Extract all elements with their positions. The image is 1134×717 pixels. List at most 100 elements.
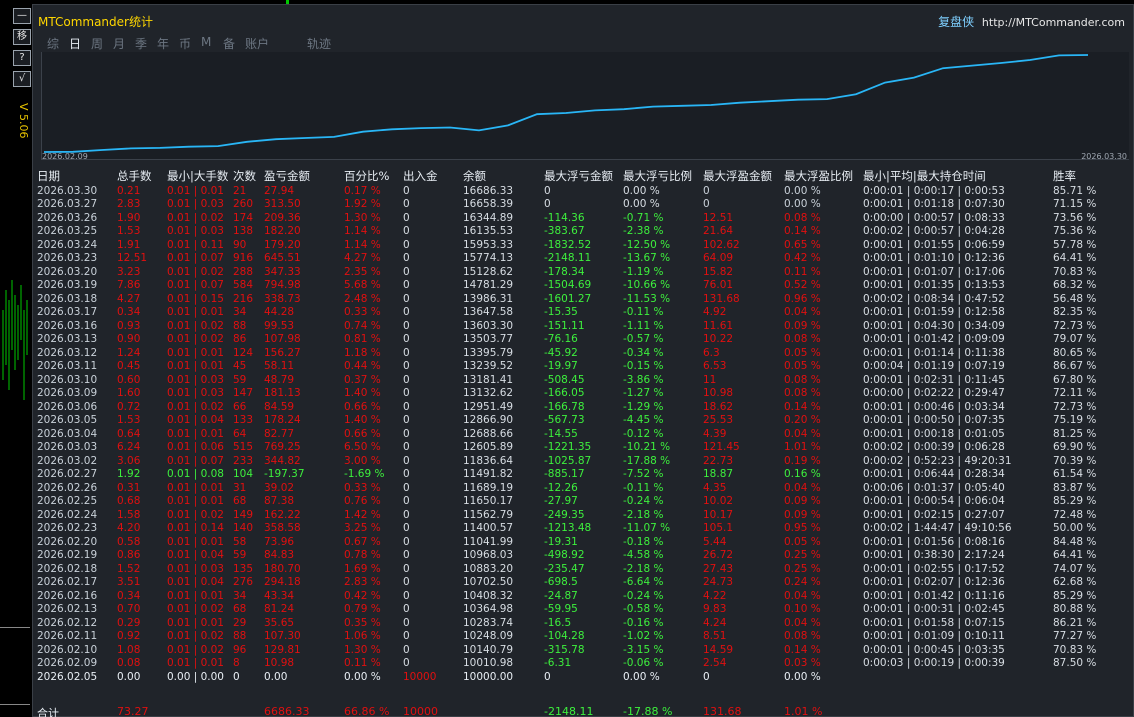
- tab-account[interactable]: 账户: [245, 35, 299, 53]
- table-cell: -0.18 %: [623, 535, 664, 548]
- help-button[interactable]: ?: [13, 50, 31, 66]
- table-cell: 0:00:01 | 0:02:55 | 0:17:52: [863, 562, 1005, 575]
- table-cell: -3.86 %: [623, 373, 664, 386]
- table-cell: 87.50 %: [1053, 657, 1097, 670]
- table-cell: 11041.99: [463, 535, 514, 548]
- table-cell: -27.97: [544, 495, 578, 508]
- table-cell: 0:00:00 | 0:00:57 | 0:08:33: [863, 211, 1005, 224]
- table-cell: 0: [403, 522, 410, 535]
- table-cell: 0.86: [117, 549, 141, 562]
- table-cell: 0: [703, 184, 710, 197]
- table-cell: 10408.32: [463, 589, 514, 602]
- table-cell: 87.38: [264, 495, 295, 508]
- table-cell: -1221.35: [544, 441, 592, 454]
- table-cell: 0: [403, 630, 410, 643]
- table-cell: 10.02: [703, 495, 734, 508]
- tab-weekly[interactable]: 周: [91, 35, 113, 53]
- table-cell: 11: [703, 373, 717, 386]
- table-cell: 82.35 %: [1053, 306, 1097, 319]
- table-cell: 0.95 %: [784, 522, 821, 535]
- table-cell: -197.37: [264, 468, 305, 481]
- table-cell: 71.15 %: [1053, 198, 1097, 211]
- table-cell: 0.60: [117, 373, 141, 386]
- tab-symbol[interactable]: 币: [179, 35, 201, 53]
- table-cell: 0.01 | 0.02: [167, 630, 224, 643]
- table-cell: 0.08 %: [784, 333, 821, 346]
- brand-url-link[interactable]: http://MTCommander.com: [982, 16, 1125, 29]
- table-cell: 2026.02.12: [37, 616, 98, 629]
- table-cell: 1.14 %: [344, 238, 381, 251]
- table-cell: 156.27: [264, 346, 301, 359]
- table-cell: 1.40 %: [344, 414, 381, 427]
- tab-summary[interactable]: 综: [47, 35, 69, 53]
- table-cell: 0: [703, 198, 710, 211]
- table-cell: 0: [403, 279, 410, 292]
- table-cell: -7.52 %: [623, 468, 664, 481]
- table-cell: 11562.79: [463, 508, 514, 521]
- move-button[interactable]: 移: [13, 29, 31, 45]
- table-cell: 15128.62: [463, 265, 514, 278]
- table-cell: 10010.98: [463, 657, 514, 670]
- tab-monthly[interactable]: 月: [113, 35, 135, 53]
- table-cell: 14781.29: [463, 279, 514, 292]
- table-cell: 2026.03.25: [37, 225, 98, 238]
- table-cell: 0: [403, 549, 410, 562]
- table-cell: 0.08 %: [784, 211, 821, 224]
- table-cell: 1.40 %: [344, 387, 381, 400]
- table-cell: -0.24 %: [623, 589, 664, 602]
- table-cell: 0:00:01 | 0:02:15 | 0:27:07: [863, 508, 1005, 521]
- tab-yearly[interactable]: 年: [157, 35, 179, 53]
- table-cell: -12.26: [544, 481, 578, 494]
- table-cell: 0.01 | 0.15: [167, 292, 224, 305]
- table-row: 2026.02.17 3.51 0.01 | 0.04 276 294.18 2.83 %…: [37, 576, 1131, 590]
- check-button[interactable]: √: [13, 71, 31, 87]
- table-cell: -10.66 %: [623, 279, 671, 292]
- total-profit: 6686.33: [264, 705, 310, 717]
- table-cell: -508.45: [544, 373, 585, 386]
- table-cell: 0.72: [117, 400, 141, 413]
- table-cell: -3.15 %: [623, 643, 664, 656]
- column-header: 胜率: [1053, 169, 1076, 183]
- table-cell: 0: [403, 198, 410, 211]
- table-cell: 0:00:01 | 0:01:55 | 0:06:59: [863, 238, 1005, 251]
- tab-daily[interactable]: 日: [69, 35, 91, 53]
- table-cell: 0.70: [117, 603, 141, 616]
- table-row: 2026.03.05 1.53 0.01 | 0.04 133 178.24 1.40 %…: [37, 414, 1131, 428]
- tab-quarterly[interactable]: 季: [135, 35, 157, 53]
- table-cell: 107.30: [264, 630, 301, 643]
- tab-note[interactable]: 备: [223, 35, 245, 53]
- table-cell: -2.38 %: [623, 225, 664, 238]
- table-cell: 0: [403, 657, 410, 670]
- table-cell: 0: [403, 319, 410, 332]
- minimize-button[interactable]: —: [13, 8, 31, 24]
- table-cell: 2026.03.11: [37, 360, 98, 373]
- table-cell: -0.12 %: [623, 427, 664, 440]
- table-cell: 2026.02.25: [37, 495, 98, 508]
- table-cell: 12866.90: [463, 414, 514, 427]
- table-cell: 15774.13: [463, 252, 514, 265]
- table-row: 2026.02.24 1.58 0.01 | 0.02 149 162.22 1.42 %…: [37, 508, 1131, 522]
- table-cell: 2026.03.16: [37, 319, 98, 332]
- table-cell: 0.19 %: [784, 454, 821, 467]
- table-cell: 0.01 | 0.07: [167, 454, 224, 467]
- table-cell: -1.27 %: [623, 387, 664, 400]
- table-cell: 82.77: [264, 427, 295, 440]
- table-cell: 2026.03.27: [37, 198, 98, 211]
- table-cell: 4.92: [703, 306, 727, 319]
- table-cell: 0.45: [117, 360, 141, 373]
- table-row: 2026.02.13 0.70 0.01 | 0.02 68 81.24 0.79 % 0 1…: [37, 603, 1131, 617]
- table-cell: 0.01 | 0.01: [167, 184, 224, 197]
- table-cell: 2026.03.24: [37, 238, 98, 251]
- table-cell: 0: [403, 387, 410, 400]
- table-cell: 0: [233, 670, 240, 683]
- table-cell: -16.5: [544, 616, 572, 629]
- balance-line: [43, 54, 1089, 153]
- tab-trace[interactable]: 轨迹: [307, 35, 361, 53]
- table-cell: 12688.66: [463, 427, 514, 440]
- table-cell: 0: [403, 616, 410, 629]
- table-cell: 2026.03.09: [37, 387, 98, 400]
- tab-magic[interactable]: M: [201, 35, 223, 53]
- table-cell: 0.92: [117, 630, 141, 643]
- table-cell: -10.21 %: [623, 441, 671, 454]
- table-cell: 12.51: [117, 252, 148, 265]
